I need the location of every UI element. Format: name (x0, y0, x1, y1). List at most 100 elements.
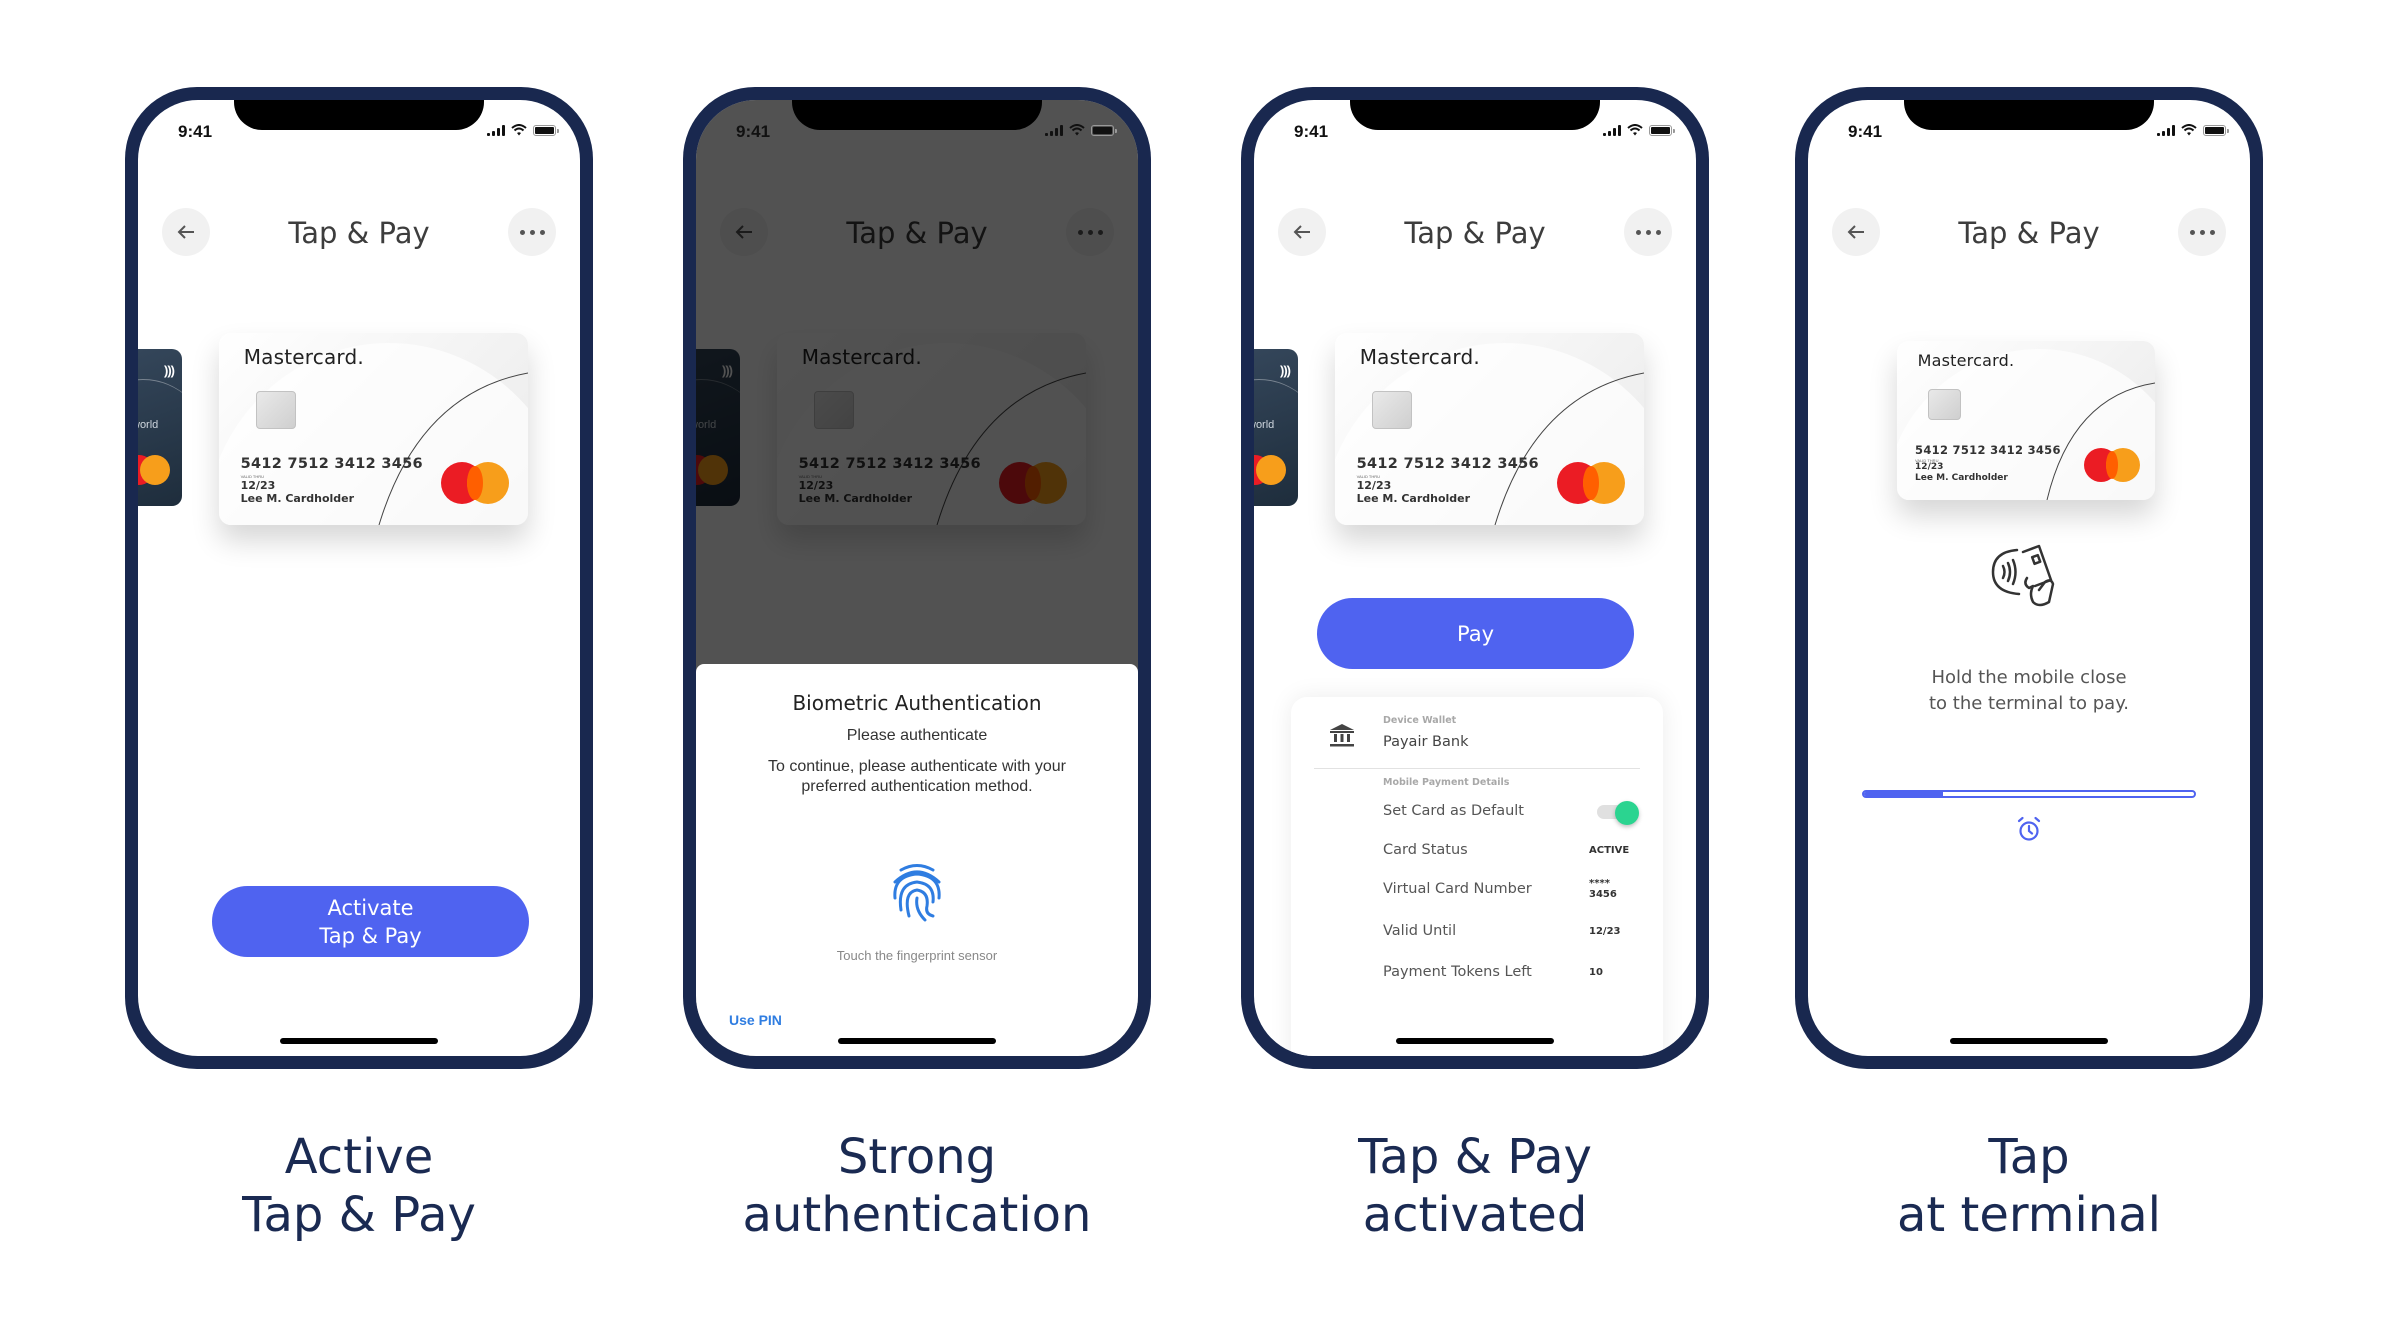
card-expiry: 12/23 (1915, 461, 1944, 472)
caption-line1: Tap & Pay (1358, 1129, 1592, 1185)
detail-row-default-card: Set Card as Default (1383, 801, 1639, 825)
alarm-clock-icon (2017, 816, 2041, 841)
card-number: 5412 7512 3412 3456 (240, 455, 423, 472)
caption-line2: authentication (742, 1187, 1092, 1243)
card-expiry: 12/23 (240, 478, 276, 492)
use-pin-link[interactable]: Use PIN (729, 1012, 782, 1028)
home-indicator[interactable] (838, 1038, 996, 1044)
card-brand: Mastercard. (243, 344, 364, 369)
detail-label: Virtual Card Number (1383, 881, 1532, 897)
more-horizontal-icon (1635, 229, 1661, 235)
status-icons (1045, 124, 1117, 136)
wifi-icon (511, 124, 527, 136)
caption-line1: Strong (837, 1129, 997, 1185)
more-horizontal-icon (2189, 229, 2215, 235)
detail-value: **** 3456 (1589, 878, 1617, 900)
payment-card: Mastercard. 5412 7512 3412 3456 VALID TH… (1897, 341, 2155, 500)
card-label: world (138, 419, 159, 431)
detail-value: 10 (1589, 966, 1603, 978)
dialog-title: Biometric Authentication (792, 691, 1042, 715)
phone-terminal: 9:41 Tap & Pay Mastercard. 5412 7512 341… (1795, 87, 2263, 1069)
battery-icon (533, 124, 559, 136)
fingerprint-hint: Touch the fingerprint sensor (836, 948, 998, 963)
card-holder: Lee M. Cardholder (1915, 472, 2008, 483)
caption-authentication: Strong authentication (683, 1128, 1151, 1244)
card-brand: Mastercard. (1917, 350, 2015, 370)
mastercard-logo-yellow (140, 455, 170, 485)
detail-value: 12/23 (1589, 925, 1621, 937)
fingerprint-icon[interactable] (889, 862, 945, 922)
payment-details-panel: Device Wallet Payair Bank Mobile Payment… (1291, 697, 1663, 1056)
phone-activate: 9:41 Tap & Pay ))) world Mastercard. (125, 87, 593, 1069)
status-time: 9:41 (178, 122, 213, 141)
card-chip (256, 390, 297, 429)
detail-value: ACTIVE (1589, 844, 1630, 856)
status-icons (2157, 124, 2229, 136)
section-label: Mobile Payment Details (1383, 777, 1510, 788)
caption-activated: Tap & Pay activated (1241, 1128, 1709, 1244)
battery-icon (1649, 124, 1675, 136)
status-time: 9:41 (1294, 122, 1329, 141)
detail-row-virtual-number: Virtual Card Number **** 3456 (1383, 878, 1639, 900)
mastercard-logo (2083, 447, 2140, 482)
detail-label: Valid Until (1383, 923, 1457, 939)
pay-button[interactable]: Pay (1317, 598, 1634, 669)
secondary-card[interactable]: ))) world (138, 349, 182, 506)
card-holder: Lee M. Cardholder (1356, 492, 1471, 506)
divider (1314, 768, 1640, 769)
bank-icon (1330, 724, 1354, 747)
payment-card[interactable]: Mastercard. 5412 7512 3412 3456 VALID TH… (1335, 333, 1644, 525)
caption-line1: Active (284, 1129, 434, 1185)
caption-line2: at terminal (1897, 1187, 2161, 1243)
caption-terminal: Tap at terminal (1795, 1128, 2263, 1244)
status-icons (487, 124, 559, 136)
signal-icon (2157, 124, 2175, 136)
wallet-value: Payair Bank (1383, 734, 1469, 750)
biometric-dialog: Biometric Authentication Please authenti… (696, 664, 1138, 1056)
status-icons (1603, 124, 1675, 136)
card-label: world (1254, 419, 1275, 431)
instruction-line2: to the terminal to pay. (1928, 693, 2130, 714)
detail-row-tokens-left: Payment Tokens Left 10 (1383, 962, 1639, 982)
button-label-line1: Activate (327, 895, 414, 920)
default-card-toggle[interactable] (1597, 801, 1639, 825)
card-brand: Mastercard. (1359, 344, 1480, 369)
caption-activate: Active Tap & Pay (125, 1128, 593, 1244)
card-chip (1927, 388, 1962, 421)
phone-screen: 9:41 Tap & Pay ))) world Mastercard. (696, 100, 1138, 1056)
detail-label: Payment Tokens Left (1383, 964, 1532, 980)
dialog-body: To continue, please authenticate with yo… (768, 758, 1066, 795)
signal-icon (1603, 124, 1621, 136)
detail-label: Card Status (1383, 842, 1468, 858)
battery-icon (1091, 124, 1117, 136)
activate-tap-pay-button[interactable]: Activate Tap & Pay (212, 886, 529, 957)
more-button[interactable] (1624, 208, 1672, 256)
payment-card[interactable]: Mastercard. 5412 7512 3412 3456 VALID TH… (219, 333, 528, 525)
status-time: 9:41 (1848, 122, 1883, 141)
contactless-icon: ))) (1280, 363, 1291, 378)
caption-line2: Tap & Pay (242, 1187, 476, 1243)
more-button[interactable] (508, 208, 556, 256)
phone-screen: 9:41 Tap & Pay ))) world Mastercard. (1254, 100, 1696, 1056)
phone-authentication: 9:41 Tap & Pay ))) world Mastercard. (683, 87, 1151, 1069)
mastercard-logo (1557, 461, 1626, 504)
instruction-line1: Hold the mobile close (1931, 667, 2127, 688)
home-indicator[interactable] (1950, 1038, 2108, 1044)
phone-activated: 9:41 Tap & Pay ))) world Mastercard. (1241, 87, 1709, 1069)
signal-icon (487, 124, 505, 136)
home-indicator[interactable] (1396, 1038, 1554, 1044)
notch (1350, 100, 1600, 130)
secondary-card[interactable]: ))) world (1254, 349, 1298, 506)
instruction-text: Hold the mobile close to the terminal to… (1808, 665, 2250, 717)
more-button[interactable] (2178, 208, 2226, 256)
card-chip (1372, 390, 1413, 429)
button-label-line2: Tap & Pay (319, 923, 422, 948)
signal-icon (1045, 124, 1063, 136)
contactless-icon: ))) (164, 363, 175, 378)
status-time: 9:41 (736, 122, 771, 141)
wifi-icon (1627, 124, 1643, 136)
home-indicator[interactable] (280, 1038, 438, 1044)
header: Tap & Pay (1254, 208, 1696, 256)
caption-line2: activated (1362, 1187, 1588, 1243)
wifi-icon (1069, 124, 1085, 136)
